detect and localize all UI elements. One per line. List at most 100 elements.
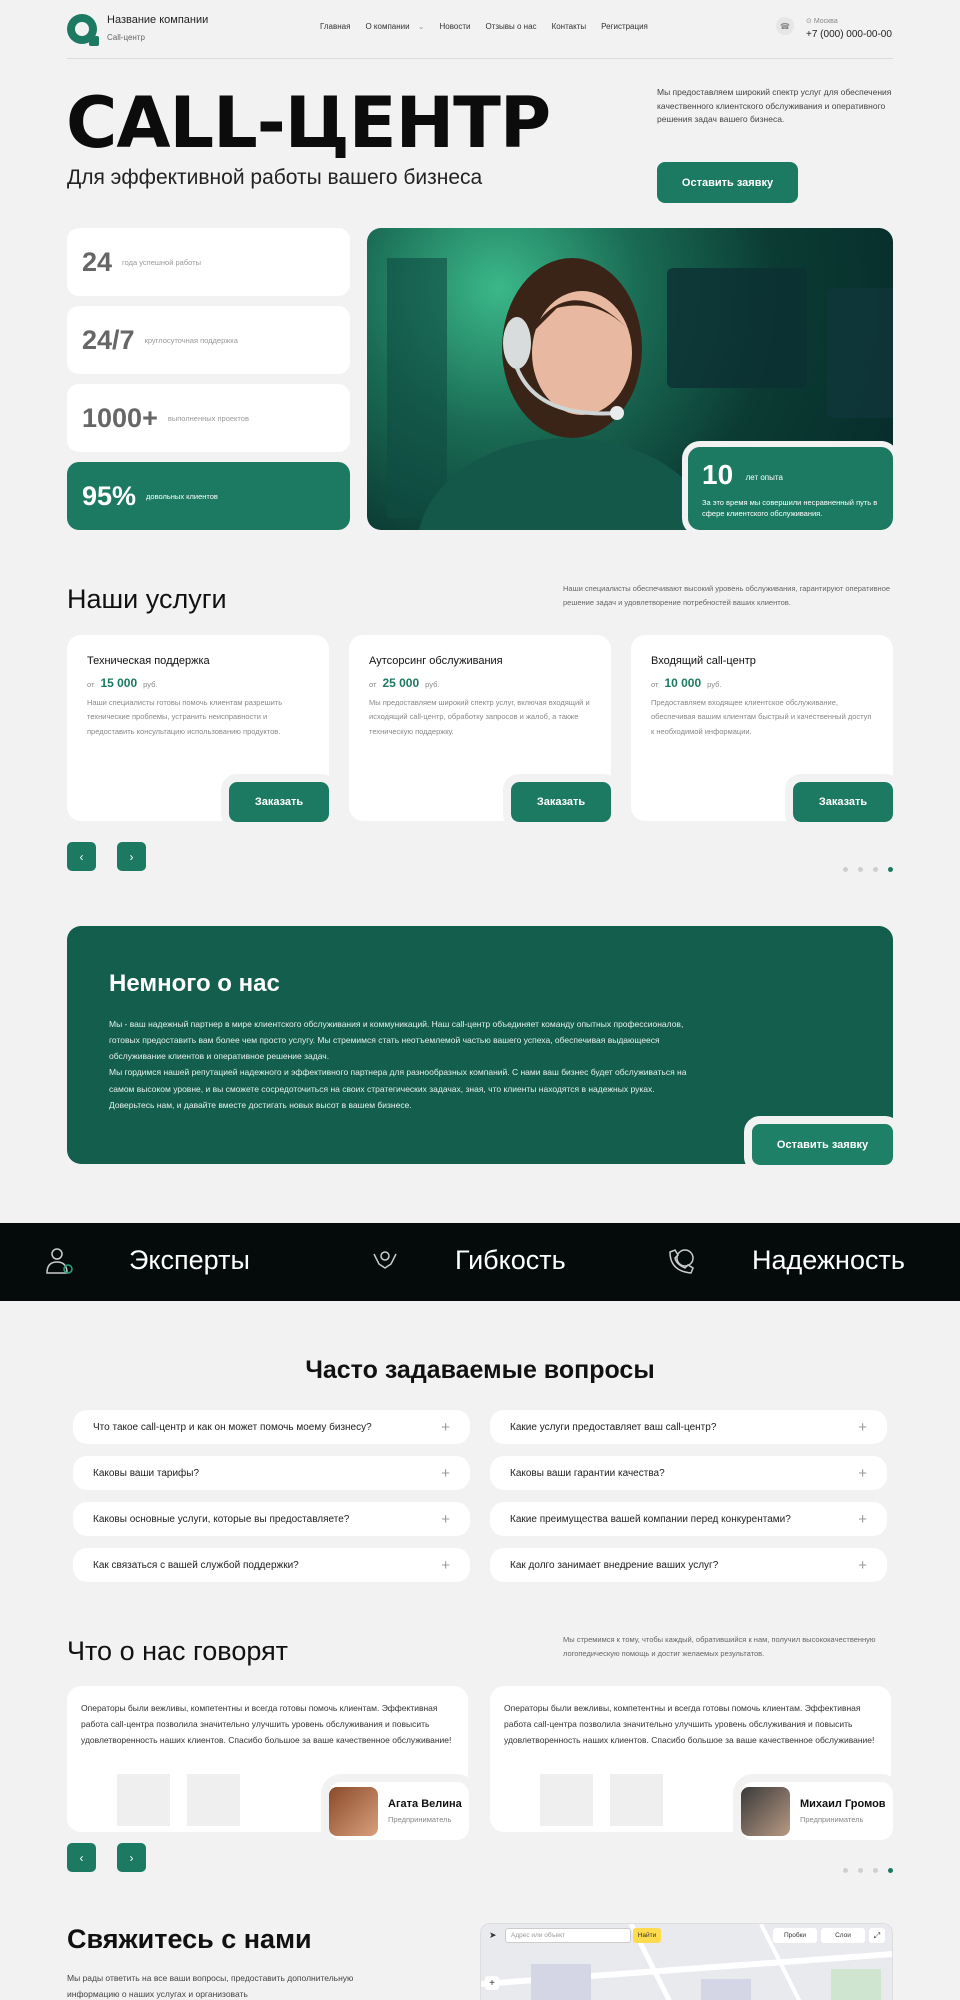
service-title: Техническая поддержка (87, 655, 210, 667)
faq-question[interactable]: Какие преимущества вашей компании перед … (490, 1502, 887, 1536)
plus-icon[interactable]: + (858, 1465, 867, 1482)
traffic-button[interactable]: Пробки (773, 1928, 817, 1943)
quote-placeholder (540, 1774, 593, 1826)
service-price: от 15 000 руб. (87, 676, 158, 690)
map-search-input[interactable]: Адрес или объект (505, 1928, 631, 1943)
map-search-button[interactable]: Найти (633, 1928, 661, 1943)
plus-icon[interactable]: + (441, 1419, 450, 1436)
stat-card: 24 года успешной работы (67, 228, 350, 296)
next-arrow-icon[interactable]: › (117, 842, 146, 871)
testimonial-author: Агата Велина Предприниматель (321, 1774, 477, 1848)
about-request-button[interactable]: Оставить заявку (744, 1116, 901, 1173)
request-button[interactable]: Оставить заявку (657, 162, 798, 203)
stat-label: выполненных проектов (167, 413, 249, 423)
plus-icon[interactable]: + (858, 1557, 867, 1574)
service-title: Входящий call-центр (651, 655, 756, 667)
slider-dot-active[interactable] (888, 1868, 893, 1873)
slider-dot-active[interactable] (888, 867, 893, 872)
contact-description: Мы рады ответить на все ваши вопросы, пр… (67, 1973, 354, 2000)
plus-icon[interactable]: + (858, 1511, 867, 1528)
stat-card-highlight: 95% довольных клиентов (67, 462, 350, 530)
author-name: Михаил Громов (800, 1798, 886, 1810)
location-icon[interactable]: ➤ (489, 1930, 501, 1942)
plus-icon[interactable]: + (441, 1511, 450, 1528)
plus-icon[interactable]: + (441, 1557, 450, 1574)
layers-button[interactable]: Слои (821, 1928, 865, 1943)
flex-icon (370, 1246, 400, 1276)
next-arrow-icon[interactable]: › (117, 1843, 146, 1872)
city-label: ⊙ Москва (806, 18, 838, 25)
slider-dot[interactable] (858, 1868, 863, 1873)
author-name: Агата Велина (388, 1798, 462, 1810)
feature-item: Эксперты (44, 1245, 250, 1276)
chevron-down-icon: ⌄ (417, 22, 425, 31)
avatar (329, 1786, 378, 1836)
prev-arrow-icon[interactable]: ‹ (67, 842, 96, 871)
features-band: Эксперты Гибкость Надежность (0, 1223, 960, 1301)
stat-value: 1000+ (82, 402, 158, 433)
expert-icon (44, 1246, 74, 1276)
main-nav: Главная О компании ⌄ Новости Отзывы о на… (320, 22, 648, 31)
services-title: Наши услуги (67, 584, 227, 614)
phone-number[interactable]: +7 (000) 000-00-00 (806, 29, 892, 40)
order-button[interactable]: Заказать (785, 774, 901, 830)
quote-placeholder (610, 1774, 663, 1826)
faq-question[interactable]: Как долго занимает внедрение ваших услуг… (490, 1548, 887, 1582)
plus-icon[interactable]: + (858, 1419, 867, 1436)
nav-news[interactable]: Новости (440, 22, 471, 31)
feature-item: Надежность (667, 1245, 905, 1276)
map-widget[interactable]: ➤ Адрес или объект Найти Пробки Слои ⤢ + (480, 1923, 893, 2000)
logo-icon[interactable] (67, 14, 99, 46)
faq-question[interactable]: Что такое call-центр и как он может помо… (73, 1410, 470, 1444)
feature-item: Гибкость (370, 1245, 566, 1276)
quote-placeholder (117, 1774, 170, 1826)
stat-card: 1000+ выполненных проектов (67, 384, 350, 452)
company-subtitle: Call-центр (107, 33, 145, 42)
nav-contacts[interactable]: Контакты (552, 22, 587, 31)
nav-about[interactable]: О компании ⌄ (365, 22, 424, 31)
hero-subtitle: Для эффективной работы вашего бизнеса (67, 166, 483, 189)
nav-register[interactable]: Регистрация (601, 22, 648, 31)
author-role: Предприниматель (388, 1815, 452, 1824)
stat-value: 24 (82, 246, 113, 277)
prev-arrow-icon[interactable]: ‹ (67, 1843, 96, 1872)
slider-dot[interactable] (873, 1868, 878, 1873)
stat-label: круглосуточная поддержка (144, 335, 238, 345)
author-role: Предприниматель (800, 1815, 864, 1824)
header-divider (67, 58, 893, 59)
experience-value: 10 (702, 459, 734, 490)
faq-question[interactable]: Каковы ваши тарифы? + (73, 1456, 470, 1490)
testimonial-text: Операторы были вежливы, компетентны и вс… (504, 1703, 875, 1746)
stat-value: 95% (82, 480, 137, 511)
testimonial-author: Михаил Громов Предприниматель (733, 1774, 901, 1848)
faq-question[interactable]: Какие услуги предоставляет ваш call-цент… (490, 1410, 887, 1444)
faq-question[interactable]: Каковы основные услуги, которые вы предо… (73, 1502, 470, 1536)
order-button[interactable]: Заказать (503, 774, 619, 830)
hero-description: Мы предоставляем широкий спектр услуг дл… (657, 87, 892, 125)
experience-description: За это время мы совершили несравненный п… (702, 498, 878, 519)
testimonials-description: Мы стремимся к тому, чтобы каждый, обрат… (563, 1635, 876, 1659)
experience-card: 10 лет опыта За это время мы совершили н… (682, 441, 899, 536)
phone-icon[interactable]: ☎ (776, 17, 794, 35)
avatar (741, 1786, 790, 1836)
order-button[interactable]: Заказать (221, 774, 337, 830)
slider-dot[interactable] (873, 867, 878, 872)
slider-dots (843, 867, 893, 872)
service-text: Мы предоставляем широкий спектр услуг, в… (369, 698, 590, 736)
slider-dot[interactable] (843, 867, 848, 872)
faq-question[interactable]: Каковы ваши гарантии качества? + (490, 1456, 887, 1490)
zoom-in-icon[interactable]: + (485, 1976, 499, 1990)
plus-icon[interactable]: + (441, 1465, 450, 1482)
faq-question[interactable]: Как связаться с вашей службой поддержки?… (73, 1548, 470, 1582)
nav-home[interactable]: Главная (320, 22, 350, 31)
testimonial-text: Операторы были вежливы, компетентны и вс… (81, 1703, 452, 1746)
slider-dot[interactable] (858, 867, 863, 872)
nav-reviews[interactable]: Отзывы о нас (485, 22, 536, 31)
about-paragraph: Мы - ваш надежный партнер в мире клиентс… (109, 1019, 684, 1062)
stat-card: 24/7 круглосуточная поддержка (67, 306, 350, 374)
contact-title: Свяжитесь с нами (67, 1924, 312, 1954)
fullscreen-icon[interactable]: ⤢ (869, 1928, 885, 1943)
service-text: Наши специалисты готовы помочь клиентам … (87, 698, 283, 736)
service-price: от 10 000 руб. (651, 676, 722, 690)
slider-dot[interactable] (843, 1868, 848, 1873)
